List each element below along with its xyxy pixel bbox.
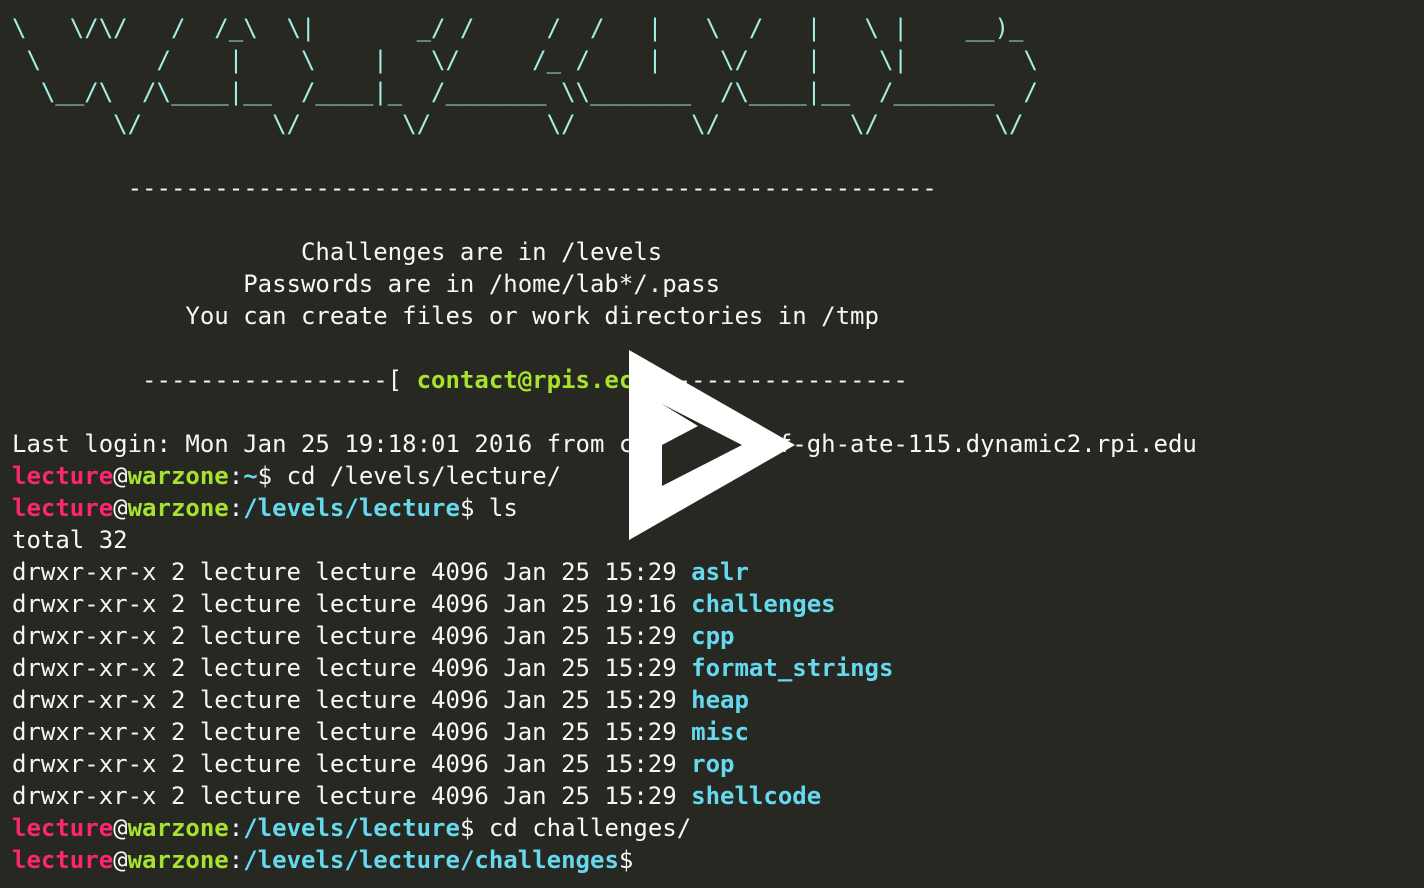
ls-entry: drwxr-xr-x 2 lecture lecture 4096 Jan 25…	[12, 748, 1424, 780]
prompt-line: lecture@warzone:/levels/lecture$ cd chal…	[12, 812, 1424, 844]
ls-entry-dirname: shellcode	[691, 782, 822, 810]
banner-info-line: Challenges are in /levels	[12, 238, 663, 266]
banner-info-line: You can create files or work directories…	[12, 302, 879, 330]
ls-entry-dirname: format_strings	[691, 654, 894, 682]
play-icon	[629, 350, 795, 540]
banner-info-line: Passwords are in /home/lab*/.pass	[12, 270, 721, 298]
ls-entry: drwxr-xr-x 2 lecture lecture 4096 Jan 25…	[12, 684, 1424, 716]
prompt-host: warzone	[127, 846, 229, 874]
prompt-colon: :	[228, 462, 244, 490]
ls-entry-meta: drwxr-xr-x 2 lecture lecture 4096 Jan 25…	[12, 718, 692, 746]
prompt-host: warzone	[127, 814, 229, 842]
banner-art-line: \ / | \ | \/ /_ / | \/ | \| \	[12, 46, 1038, 74]
prompt-colon: :	[228, 846, 244, 874]
prompt-dollar: $	[257, 462, 273, 490]
ls-entry: drwxr-xr-x 2 lecture lecture 4096 Jan 25…	[12, 556, 1424, 588]
ls-entry-dirname: misc	[691, 718, 749, 746]
ls-entry: drwxr-xr-x 2 lecture lecture 4096 Jan 25…	[12, 620, 1424, 652]
ls-entry-dirname: rop	[691, 750, 735, 778]
prompt-at: @	[113, 814, 128, 842]
prompt-host: warzone	[127, 462, 229, 490]
banner-art-line: \/ \/ \/ \/ \/ \/ \/	[12, 110, 1024, 138]
command-text: cd challenges/	[474, 814, 692, 842]
ls-entry: drwxr-xr-x 2 lecture lecture 4096 Jan 25…	[12, 780, 1424, 812]
command-text: ls	[474, 494, 518, 522]
prompt-path: /levels/lecture/challenges	[243, 846, 619, 874]
prompt-user: lecture	[12, 846, 114, 874]
prompt-line: lecture@warzone:/levels/lecture/challeng…	[12, 844, 1424, 876]
prompt-user: lecture	[12, 494, 114, 522]
ls-entry-meta: drwxr-xr-x 2 lecture lecture 4096 Jan 25…	[12, 622, 692, 650]
ls-entry-dirname: challenges	[691, 590, 836, 618]
prompt-path: /levels/lecture	[243, 814, 460, 842]
contact-prefix: -----------------[	[12, 366, 417, 394]
play-button[interactable]	[620, 346, 800, 544]
ls-entry-meta: drwxr-xr-x 2 lecture lecture 4096 Jan 25…	[12, 750, 692, 778]
banner-art-line: \__/\ /\____|__ /____|_ /_______ \\_____…	[12, 78, 1038, 106]
prompt-path: ~	[243, 462, 258, 490]
ls-entry-dirname: heap	[691, 686, 749, 714]
prompt-colon: :	[228, 494, 244, 522]
terminal-window[interactable]: \ \/\/ / /_\ \| _/ / / / | \ / | \ | __)…	[0, 0, 1424, 888]
prompt-user: lecture	[12, 814, 114, 842]
ls-entry-dirname: cpp	[691, 622, 735, 650]
prompt-dollar: $	[459, 494, 475, 522]
prompt-user: lecture	[12, 462, 114, 490]
prompt-colon: :	[228, 814, 244, 842]
ls-entry: drwxr-xr-x 2 lecture lecture 4096 Jan 25…	[12, 588, 1424, 620]
ls-entry-meta: drwxr-xr-x 2 lecture lecture 4096 Jan 25…	[12, 590, 692, 618]
ls-entry: drwxr-xr-x 2 lecture lecture 4096 Jan 25…	[12, 652, 1424, 684]
ls-entry-meta: drwxr-xr-x 2 lecture lecture 4096 Jan 25…	[12, 654, 692, 682]
ls-entry-meta: drwxr-xr-x 2 lecture lecture 4096 Jan 25…	[12, 686, 692, 714]
ls-entry-meta: drwxr-xr-x 2 lecture lecture 4096 Jan 25…	[12, 558, 692, 586]
ls-entry: drwxr-xr-x 2 lecture lecture 4096 Jan 25…	[12, 716, 1424, 748]
banner-divider: ----------------------------------------…	[12, 172, 1424, 204]
prompt-dollar: $	[459, 814, 475, 842]
banner-divider-indent	[12, 174, 128, 202]
prompt-path: /levels/lecture	[243, 494, 460, 522]
banner-art-line: \ \/\/ / /_\ \| _/ / / / | \ / | \ | __)…	[12, 14, 1024, 42]
prompt-at: @	[113, 462, 128, 490]
prompt-host: warzone	[127, 494, 229, 522]
prompt-at: @	[113, 846, 128, 874]
prompt-at: @	[113, 494, 128, 522]
contact-email: contact@rpis.ec	[416, 366, 634, 394]
prompt-dollar: $	[618, 846, 634, 874]
ls-entry-dirname: aslr	[691, 558, 749, 586]
banner-divider-text: ----------------------------------------…	[127, 174, 937, 202]
ls-entry-meta: drwxr-xr-x 2 lecture lecture 4096 Jan 25…	[12, 782, 692, 810]
command-text: cd /levels/lecture/	[272, 462, 562, 490]
